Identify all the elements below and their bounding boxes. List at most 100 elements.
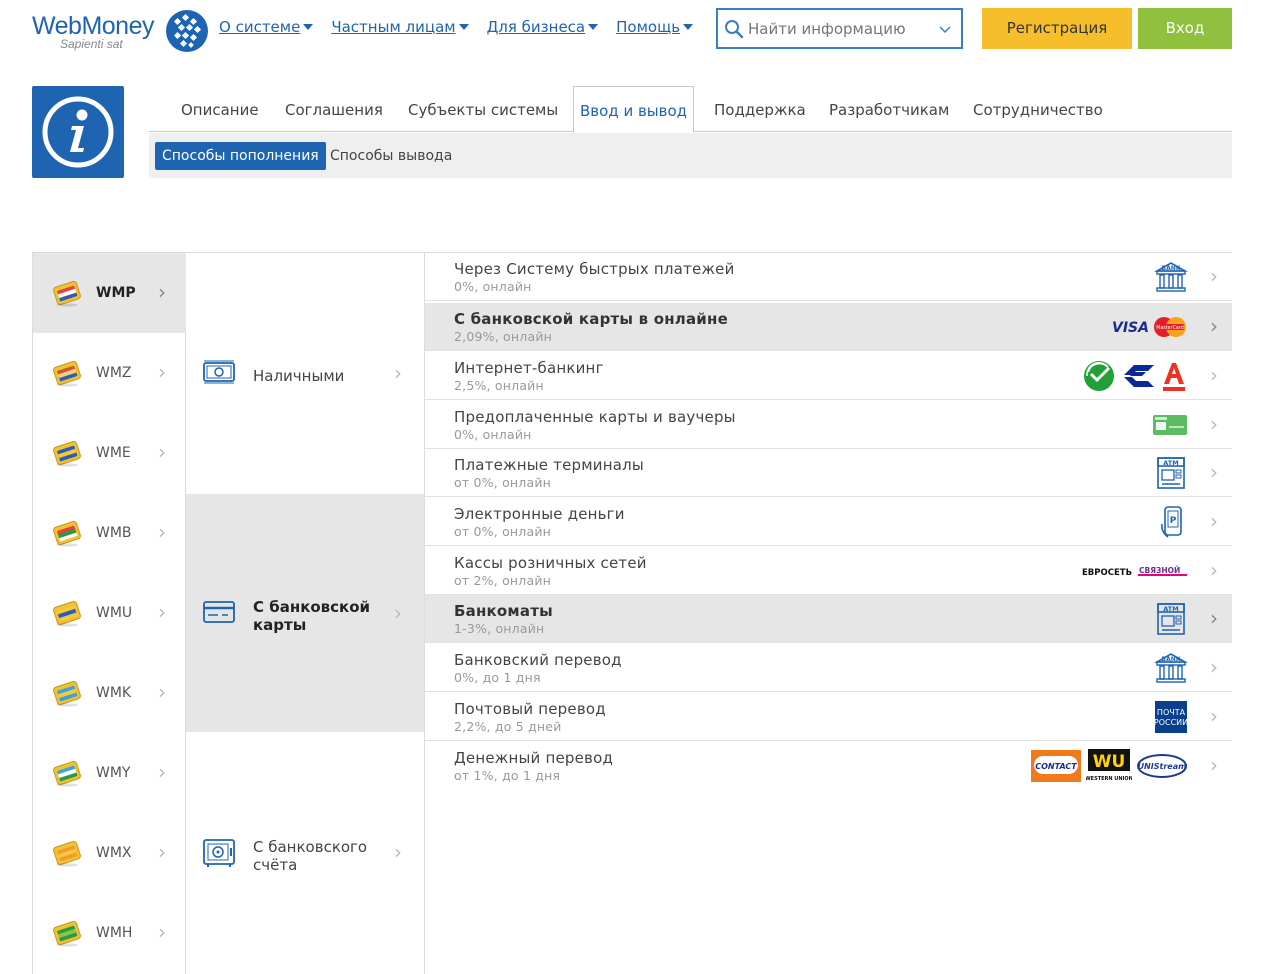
vtb-logo bbox=[1124, 365, 1154, 387]
currency-item-wmb[interactable]: WMB › bbox=[33, 493, 186, 573]
phone-payment-icon: P bbox=[1161, 506, 1182, 538]
currency-label: WMU bbox=[96, 605, 133, 621]
currency-label: WMB bbox=[96, 525, 132, 541]
chevron-right-icon: › bbox=[1210, 558, 1218, 582]
post-text-2: РОССИИ bbox=[1154, 718, 1188, 727]
currency-label: WMP bbox=[96, 285, 136, 301]
logo-wrap: VISA bbox=[1112, 317, 1148, 337]
currency-item-wmp[interactable]: WMP › bbox=[33, 253, 186, 333]
wallet-wmu-icon bbox=[53, 601, 81, 627]
option-row[interactable]: Почтовый перевод 2,2%, до 5 дней ПОЧТА РОСС… bbox=[425, 693, 1232, 741]
register-button[interactable]: Регистрация bbox=[982, 8, 1132, 49]
option-row[interactable]: Интернет-банкинг 2,5%, онлайн › bbox=[425, 352, 1232, 400]
info-icon bbox=[32, 86, 124, 178]
logo-wrap bbox=[1082, 359, 1116, 393]
chevron-right-icon: › bbox=[1210, 460, 1218, 484]
chevron-down-icon bbox=[683, 24, 694, 30]
tab-agreements[interactable]: Соглашения bbox=[285, 86, 383, 133]
option-row[interactable]: С банковской карты в онлайне 2,09%, онлай… bbox=[425, 303, 1232, 351]
nav-individuals[interactable]: Частным лицам bbox=[331, 18, 469, 36]
atm-text: ATM bbox=[1163, 605, 1178, 613]
option-row[interactable]: Банковский перевод 0%, до 1 дня BANK › bbox=[425, 644, 1232, 692]
option-logos: ЕВРОСЕТЬ СВЯЗНОЙ bbox=[1082, 553, 1188, 589]
option-fee: от 2%, онлайн bbox=[454, 573, 552, 588]
nav-help[interactable]: Помощь bbox=[616, 18, 694, 36]
wu-text: WU bbox=[1093, 752, 1126, 772]
chevron-right-icon: › bbox=[1210, 264, 1218, 288]
wallet-wmp-icon bbox=[53, 281, 81, 307]
method-bank-account[interactable]: С банковского счёта › bbox=[186, 732, 424, 974]
option-row[interactable]: Банкоматы 1-3%, онлайн ATM › bbox=[425, 595, 1232, 643]
info-circle-icon bbox=[42, 96, 114, 168]
currency-item-wmz[interactable]: WMZ › bbox=[33, 333, 186, 413]
option-fee: от 0%, онлайн bbox=[454, 475, 552, 490]
option-fee: от 1%, до 1 дня bbox=[454, 768, 561, 783]
chevron-right-icon: › bbox=[1210, 655, 1218, 679]
option-fee: 1-3%, онлайн bbox=[454, 621, 545, 636]
logo-wrap: MasterCard bbox=[1152, 316, 1188, 338]
option-title: Почтовый перевод bbox=[454, 700, 606, 718]
search-input[interactable] bbox=[748, 16, 928, 42]
tab-cooperation[interactable]: Сотрудничество bbox=[973, 86, 1103, 133]
option-row[interactable]: Кассы розничных сетей от 2%, онлайн ЕВРОСЕ… bbox=[425, 547, 1232, 595]
logo-wrap: ПОЧТА РОССИИ bbox=[1154, 700, 1188, 734]
option-row[interactable]: Электронные деньги от 0%, онлайн P › bbox=[425, 498, 1232, 546]
wallet-wmx-icon bbox=[53, 841, 81, 867]
currency-item-wmh[interactable]: WMH › bbox=[33, 893, 186, 973]
euroset-svyaznoy-logo: ЕВРОСЕТЬ СВЯЗНОЙ bbox=[1082, 565, 1187, 578]
subtab-deposit-methods[interactable]: Способы пополнения bbox=[155, 142, 326, 170]
currency-item-wmx[interactable]: WMX › bbox=[33, 813, 186, 893]
atm-icon: ATM bbox=[1157, 603, 1185, 635]
option-row[interactable]: Предоплаченные карты и ваучеры 0%, онлайн… bbox=[425, 401, 1232, 449]
currency-item-wmk[interactable]: WMK › bbox=[33, 653, 186, 733]
option-title: С банковской карты в онлайне bbox=[454, 310, 728, 328]
option-row[interactable]: Платежные терминалы от 0%, онлайн ATM › bbox=[425, 449, 1232, 497]
nav-about[interactable]: О системе bbox=[219, 18, 314, 36]
tab-system-subjects[interactable]: Субъекты системы bbox=[408, 86, 558, 133]
tab-support[interactable]: Поддержка bbox=[714, 86, 806, 133]
logo-wrap: ЕВРОСЕТЬ СВЯЗНОЙ bbox=[1082, 563, 1188, 579]
logo-wrap bbox=[1160, 359, 1188, 393]
currency-label: WMX bbox=[96, 845, 132, 861]
option-logos: VISA MasterCard bbox=[1112, 309, 1188, 345]
method-cash[interactable]: Наличными › bbox=[186, 253, 424, 494]
tab-input-output[interactable]: Ввод и вывод bbox=[573, 86, 695, 133]
currency-item-wmy[interactable]: WMY › bbox=[33, 733, 186, 813]
nav-business[interactable]: Для бизнеса bbox=[487, 18, 599, 36]
logo-wrap: ATM bbox=[1154, 602, 1188, 636]
method-bank-card[interactable]: С банковской карты › bbox=[186, 494, 424, 732]
subtab-withdraw-methods[interactable]: Способы вывода bbox=[323, 142, 459, 170]
chevron-right-icon: › bbox=[1210, 412, 1218, 436]
nav-about-label: О системе bbox=[219, 18, 301, 36]
currency-label: WMH bbox=[96, 925, 133, 941]
currency-item-wmu[interactable]: WMU › bbox=[33, 573, 186, 653]
logo-wrap: ATM bbox=[1154, 456, 1188, 490]
option-title: Денежный перевод bbox=[454, 749, 614, 767]
chevron-right-icon: › bbox=[394, 601, 402, 625]
login-button[interactable]: Вход bbox=[1138, 8, 1232, 49]
option-title: Предоплаченные карты и ваучеры bbox=[454, 408, 736, 426]
chevron-right-icon: › bbox=[158, 280, 166, 304]
currency-label: WMY bbox=[96, 765, 131, 781]
tab-developers[interactable]: Разработчикам bbox=[829, 86, 949, 133]
currency-item-wme[interactable]: WME › bbox=[33, 413, 186, 493]
method-label: С банковского счёта bbox=[253, 838, 368, 874]
option-row[interactable]: Через Систему быстрых платежей 0%, онлайн… bbox=[425, 253, 1232, 301]
chevron-down-icon bbox=[303, 24, 314, 30]
logo-wrap: CONTACT bbox=[1030, 749, 1082, 783]
logo-tagline: Sapienti sat bbox=[60, 37, 123, 51]
chevron-right-icon: › bbox=[158, 440, 166, 464]
webmoney-globe-icon bbox=[166, 10, 208, 52]
currency-label: WMK bbox=[96, 685, 132, 701]
logo-wrap: UNIStream bbox=[1136, 749, 1188, 783]
atm-text: ATM bbox=[1163, 459, 1178, 467]
chevron-down-icon[interactable] bbox=[939, 26, 951, 34]
search-icon[interactable] bbox=[724, 19, 744, 39]
webmoney-logo[interactable]: WebMoney Sapienti sat bbox=[32, 10, 212, 54]
currency-list: WMP › WMZ › WME › WMB › WMU › WMK › WMY › WMX › WMH › bbox=[32, 253, 186, 974]
bank-text: BANK bbox=[1162, 656, 1181, 663]
tab-description[interactable]: Описание bbox=[181, 86, 259, 133]
option-logos: CONTACT WU WESTERN UNION UNIStream bbox=[1030, 748, 1188, 784]
wallet-wmh-icon bbox=[53, 921, 81, 947]
option-row[interactable]: Денежный перевод от 1%, до 1 дня CONTACT WU… bbox=[425, 742, 1232, 790]
